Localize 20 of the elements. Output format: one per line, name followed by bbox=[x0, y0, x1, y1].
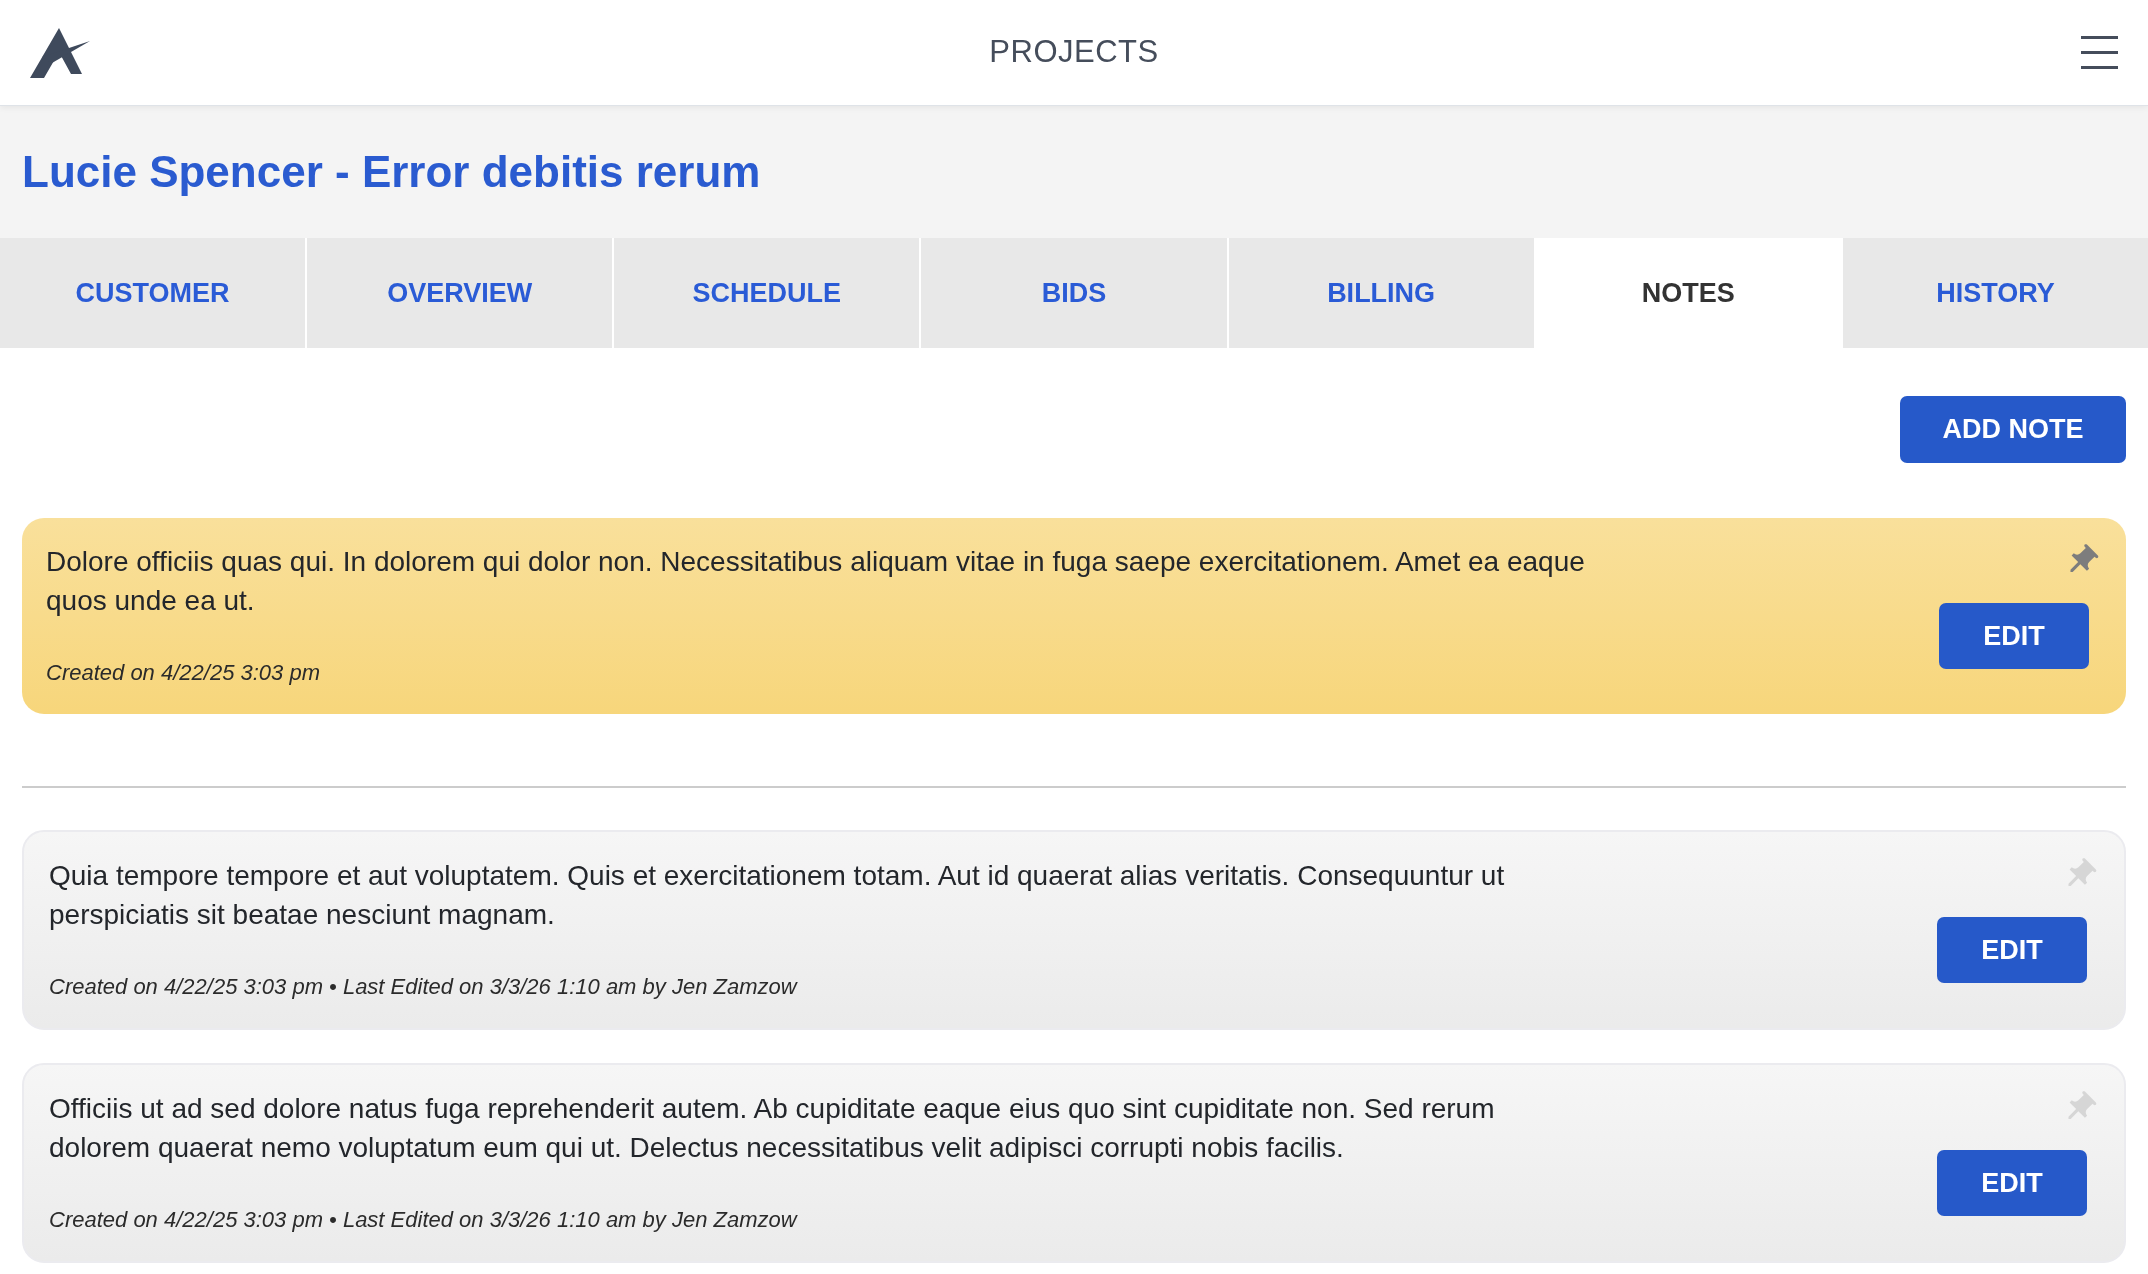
edit-button[interactable]: EDIT bbox=[1937, 917, 2087, 983]
note-text: Officiis ut ad sed dolore natus fuga reprehenderit autem. Ab cupiditate eaque eius quo sint cupiditate non. Sed rerum dolorem quaerat nemo voluptatum eum qui ut. Delectus necessitatibus velit adipisci corrupti nobis facilis. bbox=[49, 1092, 1496, 1165]
project-title: Lucie Spencer - Error debitis rerum bbox=[22, 146, 761, 198]
note-text: Quia tempore tempore et aut voluptatem. Quis et exercitationem totam. Aut id quaerat alias veritatis. Consequuntur ut perspiciatis sit beatae nesciunt magnam. bbox=[49, 859, 1506, 932]
note-text: Dolore officiis quas qui. In dolorem qui dolor non. Necessitatibus aliquam vitae in fuga saepe exercitationem. Amet ea eaque quos unde ea ut. bbox=[46, 545, 1586, 618]
edit-button[interactable]: EDIT bbox=[1937, 1150, 2087, 1216]
tab[interactable]: OVERVIEW bbox=[307, 238, 613, 348]
tab[interactable]: CUSTOMER bbox=[0, 238, 306, 348]
page-title: PROJECTS bbox=[989, 33, 1159, 72]
note-meta: Created on 4/22/25 3:03 pm bbox=[46, 659, 321, 687]
tab[interactable]: HISTORY bbox=[1842, 238, 2148, 348]
edit-button[interactable]: EDIT bbox=[1939, 603, 2089, 669]
tab[interactable]: SCHEDULE bbox=[614, 238, 920, 348]
tab[interactable]: BIDS bbox=[921, 238, 1227, 348]
note-meta: Created on 4/22/25 3:03 pm • Last Edited on 3/3/26 1:10 am by Jen Zamzow bbox=[49, 973, 799, 1001]
logo-icon[interactable] bbox=[30, 27, 90, 78]
note-meta: Created on 4/22/25 3:03 pm • Last Edited on 3/3/26 1:10 am by Jen Zamzow bbox=[49, 1206, 799, 1234]
add-note-button[interactable]: ADD NOTE bbox=[1900, 396, 2126, 463]
tab[interactable]: BILLING bbox=[1228, 238, 1534, 348]
menu-icon[interactable] bbox=[2081, 36, 2118, 69]
